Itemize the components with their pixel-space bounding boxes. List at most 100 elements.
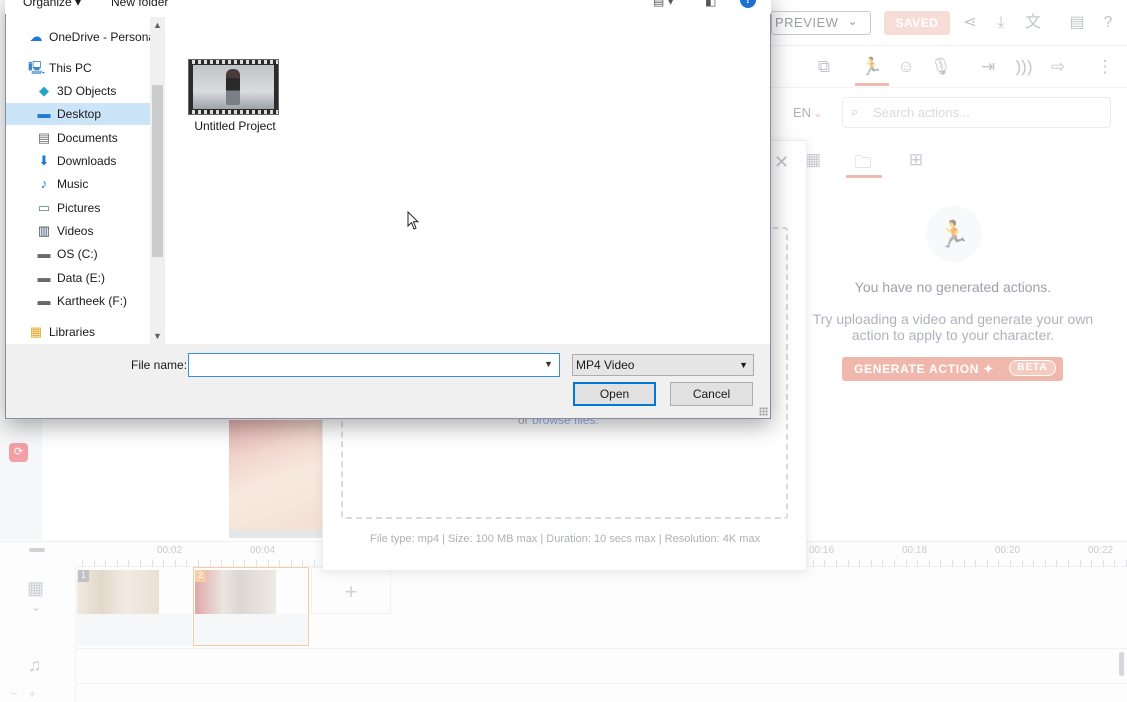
folder-icon[interactable]: 🗀: [848, 150, 878, 172]
language-select[interactable]: EN ⌄: [793, 105, 822, 120]
nav-item-libraries[interactable]: ▦ Libraries: [6, 321, 151, 343]
ruler-tick: [824, 560, 825, 567]
ruler-tick: [256, 560, 257, 567]
scenes-track-icon[interactable]: ▦: [27, 578, 44, 599]
ruler-tick: [117, 560, 118, 567]
audio-track[interactable]: [76, 648, 1127, 684]
file-type-select[interactable]: MP4 Video ▼: [572, 354, 754, 376]
mouse-cursor-icon: [407, 211, 419, 230]
add-scene-button[interactable]: +: [311, 567, 391, 614]
computer-icon: 🖳: [28, 60, 46, 75]
ruler-tick: [210, 560, 211, 567]
exit-icon[interactable]: ⇨: [1045, 54, 1071, 80]
desktop-icon: ▬: [37, 106, 51, 121]
scroll-down-arrow-icon[interactable]: ▼: [153, 331, 162, 341]
music-note-icon[interactable]: ♫: [28, 655, 42, 676]
cloud-icon: ☁: [29, 29, 43, 44]
nav-item-label: Kartheek (F:): [57, 294, 128, 308]
nav-item-kartheek-f[interactable]: ▬ Kartheek (F:): [6, 290, 151, 312]
chevron-down-icon: ⌄: [847, 14, 858, 28]
ruler-tick: [82, 560, 83, 567]
timeline-scrollbar[interactable]: [1119, 652, 1124, 676]
view-options-icon[interactable]: ▤ ▾: [653, 0, 674, 8]
file-name-label[interactable]: Untitled Project: [180, 119, 290, 133]
organize-label: Organize: [23, 0, 72, 9]
translate-icon[interactable]: 文: [1022, 12, 1044, 34]
navigation-scrollbar[interactable]: ▲ ▼: [150, 17, 165, 344]
resize-grip[interactable]: [759, 407, 768, 416]
ruler-tick: [964, 560, 965, 567]
preview-pane-icon[interactable]: ◧: [705, 0, 716, 8]
nav-item-downloads[interactable]: ⬇ Downloads: [6, 150, 151, 172]
chevron-down-icon[interactable]: ⌄: [31, 600, 41, 614]
ruler-tick: [1010, 560, 1011, 567]
nav-item-videos[interactable]: ▥ Videos: [6, 220, 151, 242]
sparkle-icon: ✦: [983, 362, 994, 376]
download-arrow-icon: ⬇: [38, 153, 50, 168]
nav-item-os-c[interactable]: ▬ OS (C:): [6, 243, 151, 265]
clip-number: 1: [78, 570, 89, 582]
new-folder-button[interactable]: New folder: [111, 0, 168, 9]
drive-icon: ▬: [37, 293, 51, 308]
ruler-tick: [894, 560, 895, 567]
search-actions-input[interactable]: ⌕ Search actions...: [842, 97, 1111, 128]
timeline-resize-handle[interactable]: [29, 548, 45, 552]
nav-item-label: Desktop: [57, 107, 102, 121]
ruler-tick: [268, 560, 269, 567]
ruler-label: 00:20: [995, 545, 1021, 556]
scene-clip-1[interactable]: [77, 570, 159, 614]
zoom-controls[interactable]: − +: [10, 686, 36, 701]
music-note-icon: ♪: [40, 176, 48, 191]
document-icon: ▤: [37, 130, 51, 145]
download-icon[interactable]: ⤓: [990, 12, 1012, 34]
share-icon[interactable]: ⋖: [959, 12, 981, 34]
help-icon[interactable]: ?: [1097, 12, 1119, 34]
nav-item-label: Data (E:): [57, 271, 106, 285]
file-name-input[interactable]: [188, 353, 560, 377]
chevron-down-icon[interactable]: ▼: [544, 359, 553, 369]
running-figure-icon[interactable]: 🏃: [859, 54, 885, 80]
close-icon[interactable]: ✕: [774, 152, 789, 173]
preview-button[interactable]: PREVIEW ⌄: [771, 11, 871, 35]
nav-item-data-e[interactable]: ▬ Data (E:): [6, 267, 151, 289]
ruler-tick: [302, 560, 303, 567]
nav-item-onedrive-personal[interactable]: ☁ OneDrive - Personal: [6, 26, 158, 48]
more-vertical-icon[interactable]: ⋮: [1092, 54, 1118, 80]
brand-logo-icon[interactable]: ⟳: [9, 443, 28, 462]
ruler-tick: [836, 560, 837, 567]
ruler-tick: [163, 560, 164, 567]
scrollbar-thumb[interactable]: [152, 85, 163, 257]
cancel-button[interactable]: Cancel: [670, 382, 753, 406]
nav-item-pictures[interactable]: ▭ Pictures: [6, 197, 151, 219]
nav-item-this-pc[interactable]: 🖳 This PC: [6, 57, 151, 79]
ruler-tick: [1114, 560, 1115, 567]
nav-item-music[interactable]: ♪ Music: [6, 173, 151, 195]
open-button[interactable]: Open: [573, 382, 656, 406]
ruler-tick: [882, 560, 883, 567]
file-constraints-text: File type: mp4 | Size: 100 MB max | Dura…: [370, 533, 761, 545]
swap-icon[interactable]: ⧉: [811, 54, 837, 80]
nav-item-3d-objects[interactable]: ◆ 3D Objects: [6, 80, 151, 102]
nav-item-desktop[interactable]: ▬ Desktop: [6, 103, 151, 125]
microphone-icon[interactable]: 🎙: [928, 54, 954, 80]
saved-button[interactable]: SAVED: [884, 11, 950, 35]
ruler-tick: [906, 560, 907, 567]
stage-scrollbar[interactable]: [229, 530, 324, 538]
ruler-label: 00:16: [809, 545, 835, 556]
face-icon[interactable]: ☺: [893, 54, 919, 80]
library-icon: ▦: [29, 324, 43, 339]
enter-icon[interactable]: ⇥: [975, 54, 1001, 80]
sound-waves-icon[interactable]: ))): [1011, 54, 1037, 80]
generate-action-button[interactable]: GENERATE ACTION ✦ BETA: [842, 357, 1063, 381]
scroll-up-arrow-icon[interactable]: ▲: [153, 20, 162, 30]
picture-icon: ▭: [37, 200, 51, 215]
empty-state-subtitle: Try uploading a video and generate your …: [812, 311, 1094, 343]
search-placeholder: Search actions...: [873, 105, 970, 120]
organize-menu[interactable]: Organize ▾: [23, 0, 81, 9]
nav-item-documents[interactable]: ▤ Documents: [6, 127, 151, 149]
nav-item-label: Downloads: [57, 154, 117, 168]
notes-icon[interactable]: ▤: [1066, 12, 1088, 34]
video-file-thumbnail[interactable]: [188, 59, 279, 115]
chevron-down-icon: ⌄: [813, 108, 823, 120]
apps-grid-icon[interactable]: ⊞: [901, 150, 931, 172]
